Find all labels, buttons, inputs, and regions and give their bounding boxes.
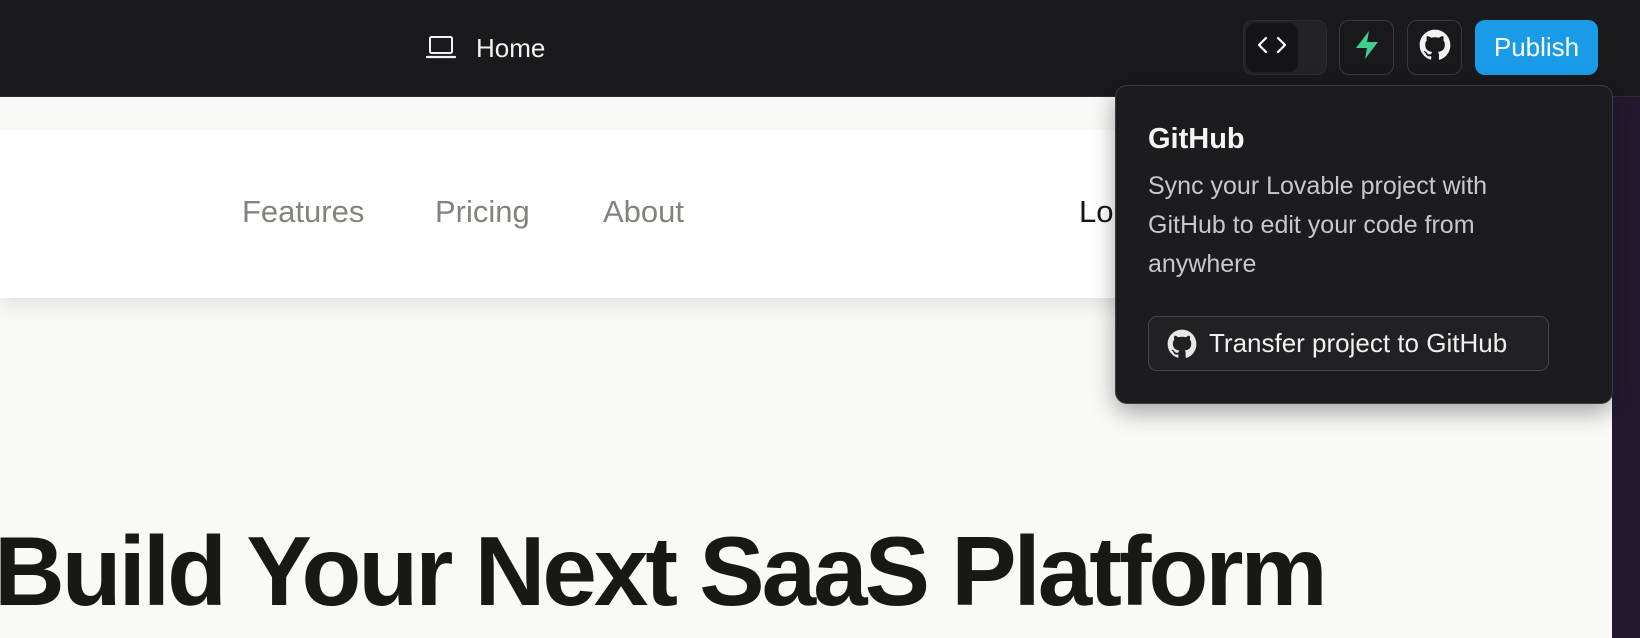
hero-title: Build Your Next SaaS Platform — [0, 516, 1328, 626]
laptop-icon — [426, 35, 456, 61]
github-button[interactable] — [1407, 20, 1462, 75]
github-icon — [1419, 29, 1451, 66]
nav-link-features[interactable]: Features — [242, 194, 364, 230]
nav-link-about[interactable]: About — [603, 194, 684, 230]
popover-description: Sync your Lovable project with GitHub to… — [1148, 172, 1488, 278]
code-brackets-icon — [1257, 35, 1287, 60]
github-icon — [1167, 329, 1197, 359]
route-selector[interactable]: Home — [426, 28, 545, 68]
supabase-icon — [1351, 29, 1383, 66]
app-window: Home Publish Features Pricing About Lo B… — [0, 0, 1640, 638]
transfer-button-label: Transfer project to GitHub — [1209, 328, 1508, 358]
view-toggle[interactable] — [1243, 20, 1327, 75]
github-popover: GitHub Sync your Lovable project with Gi… — [1115, 85, 1613, 404]
publish-button[interactable]: Publish — [1475, 20, 1598, 75]
nav-login-link[interactable]: Lo — [1079, 194, 1113, 230]
route-label: Home — [476, 32, 546, 63]
code-view-button[interactable] — [1246, 23, 1298, 72]
window-edge — [1612, 97, 1640, 638]
nav-link-pricing[interactable]: Pricing — [435, 194, 530, 230]
transfer-to-github-button[interactable]: Transfer project to GitHub — [1148, 316, 1549, 371]
supabase-button[interactable] — [1339, 20, 1394, 75]
popover-title: GitHub — [1148, 123, 1245, 155]
top-toolbar: Home Publish — [0, 0, 1640, 97]
